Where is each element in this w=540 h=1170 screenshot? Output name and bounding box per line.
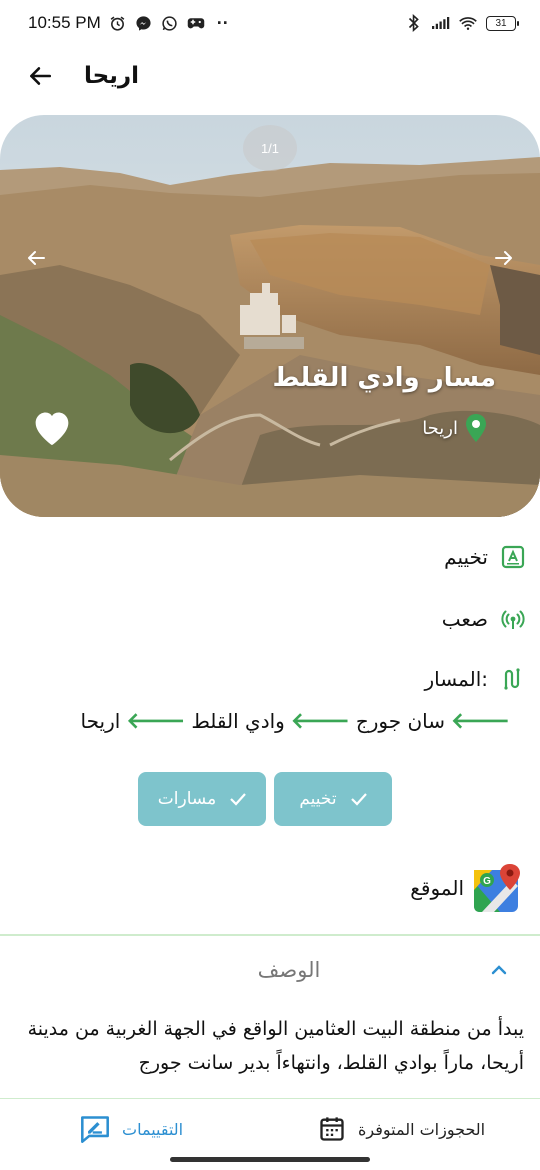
difficulty-label: صعب (441, 607, 488, 631)
description-header[interactable]: الوصف (0, 958, 540, 982)
activity-label: تخييم (444, 545, 488, 569)
arrow-left-icon: 🡐 (290, 709, 350, 734)
previous-image-button[interactable] (18, 240, 54, 276)
place-city-label: اريحا (422, 417, 458, 439)
route-stop: وادي القلط (191, 709, 285, 733)
arrow-left-icon (30, 67, 52, 85)
nav-ratings-label: التقييمات (122, 1119, 184, 1139)
google-maps-icon: G (474, 864, 520, 912)
place-city: اريحا (422, 413, 488, 443)
review-icon (81, 1116, 109, 1143)
bluetooth-icon (405, 14, 423, 32)
arrow-left-icon: 🡐 (451, 709, 510, 734)
messenger-icon (135, 14, 153, 32)
location-link[interactable]: G الموقع (410, 862, 524, 914)
arrow-left-icon: 🡐 (126, 709, 186, 734)
nav-bookings-label: الحجوزات المتوفرة (358, 1119, 486, 1139)
description-title: الوصف (257, 958, 321, 982)
location-pin-icon (466, 414, 486, 442)
check-icon (230, 793, 247, 806)
svg-text:G: G (483, 876, 491, 887)
location-label: الموقع (410, 876, 464, 900)
chevron-right-icon (495, 251, 512, 265)
nav-ratings[interactable]: التقييمات (80, 1115, 183, 1143)
wifi-icon (459, 14, 477, 32)
favorite-button[interactable] (30, 407, 78, 451)
app-header: اريحا (0, 50, 540, 102)
signal-icon (432, 14, 450, 32)
image-counter: 1/1 (243, 125, 297, 171)
back-button[interactable] (22, 58, 58, 94)
page-title: اريحا (84, 63, 139, 89)
tags-group: تخييم مسارات (138, 772, 392, 826)
whatsapp-icon (161, 14, 179, 32)
check-icon (350, 793, 367, 806)
status-time: 10:55 PM (28, 13, 101, 32)
bottom-nav: الحجوزات المتوفرة التقييمات (0, 1098, 540, 1170)
calendar-icon (320, 1117, 344, 1141)
route-label: المسار: (424, 667, 488, 691)
place-name: مسار وادي القلط (272, 363, 496, 393)
activity-icon (500, 544, 526, 570)
tag-label: تخييم (299, 789, 337, 809)
status-bar: 10:55 PM ·· 31 (0, 0, 540, 46)
difficulty-icon (500, 606, 526, 632)
battery-icon: 31 (486, 15, 519, 31)
description-body: يبدأ من منطقة البيت العثامين الواقع في ا… (27, 1018, 524, 1074)
divider (0, 934, 540, 936)
difficulty-row: صعب (442, 606, 526, 632)
tag-camping[interactable]: تخييم (274, 772, 392, 826)
tag-label: مسارات (157, 789, 217, 809)
landscape-image (0, 115, 540, 517)
route-icon (500, 666, 526, 692)
route-stops: 🡐 سان جورج 🡐 وادي القلط 🡐 اريحا (81, 708, 510, 734)
tag-trails[interactable]: مسارات (138, 772, 266, 826)
next-image-button[interactable] (486, 240, 522, 276)
route-header-row: المسار: (424, 666, 526, 692)
chevron-left-icon (28, 251, 45, 265)
game-icon (187, 14, 205, 32)
route-stop: اريحا (80, 709, 121, 733)
home-indicator[interactable] (170, 1157, 370, 1162)
hero-image-carousel[interactable]: 1/1 مسار وادي القلط اريحا (0, 115, 540, 517)
activity-row: تخييم (444, 544, 526, 570)
heart-icon (35, 412, 69, 446)
nav-bookings[interactable]: الحجوزات المتوفرة (318, 1115, 485, 1143)
alarm-icon (109, 14, 127, 32)
route-stop: سان جورج (355, 709, 445, 733)
more-dots: ·· (216, 12, 229, 33)
chevron-up-icon[interactable] (488, 959, 510, 981)
